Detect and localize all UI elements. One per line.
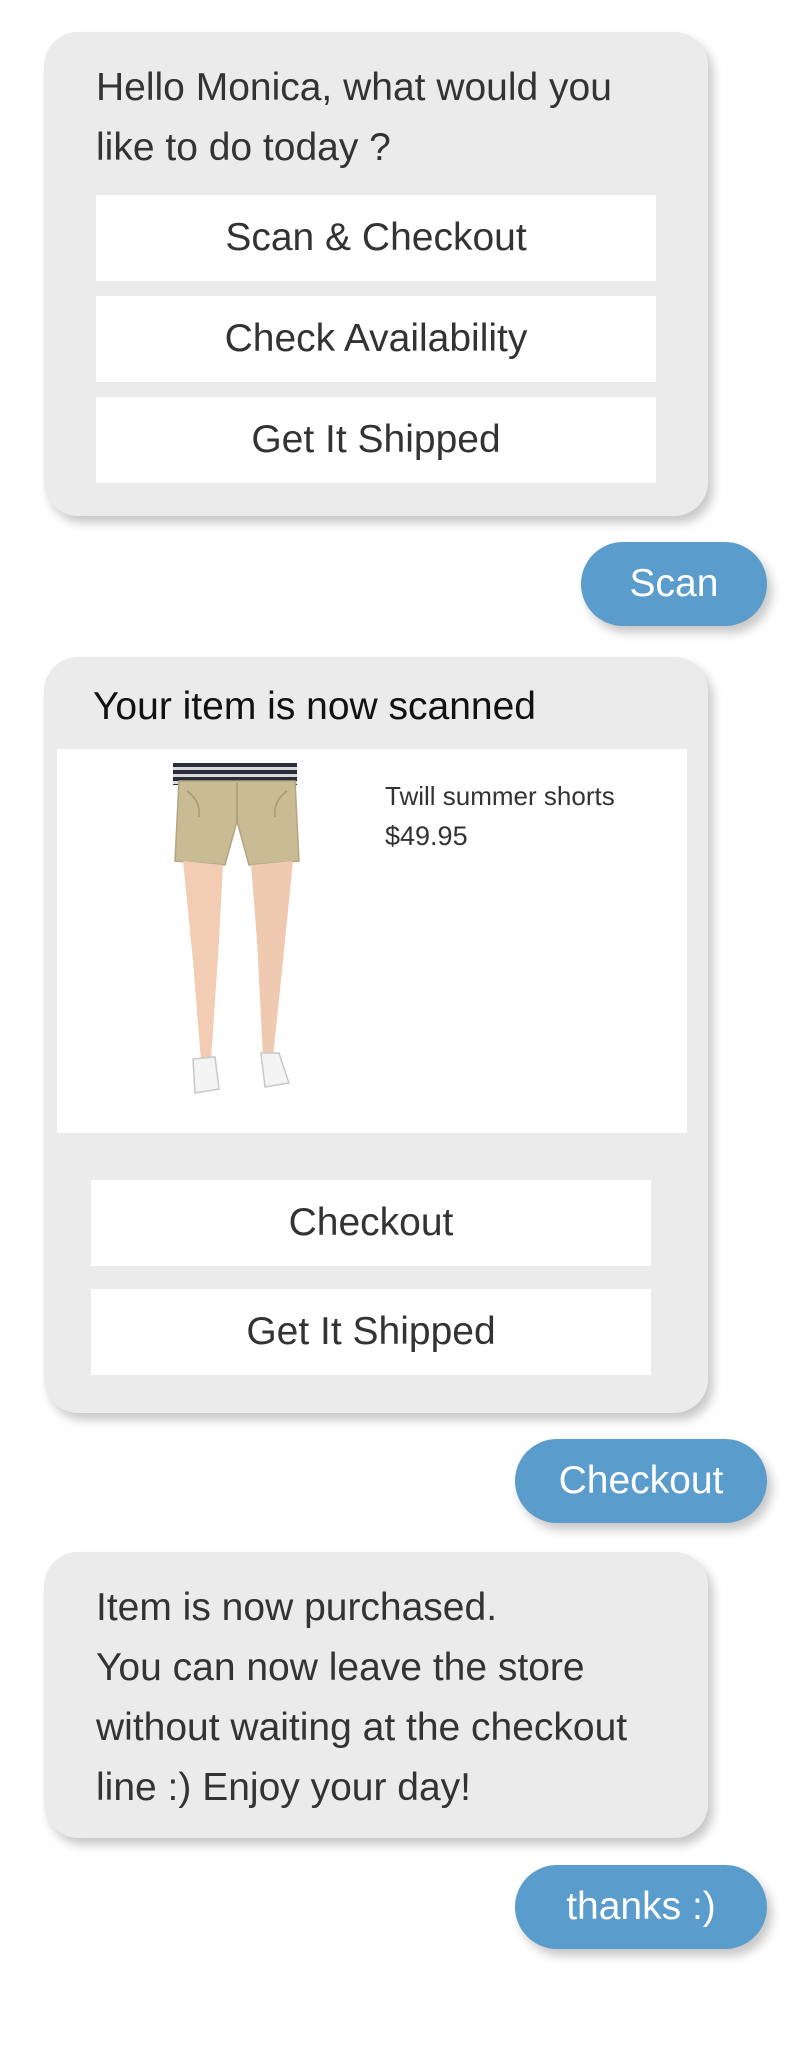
get-it-shipped-button-2[interactable]: Get It Shipped [91,1289,651,1375]
product-card: Twill summer shorts $49.95 [57,749,687,1133]
purchased-line: line :) Enjoy your day! [96,1766,472,1809]
greeting-text: Hello Monica, what would you like to do … [96,66,612,169]
scanned-title: Your item is now scanned [93,685,536,728]
product-name: Twill summer shorts [385,781,615,811]
product-image [173,763,300,1094]
checkout-button[interactable]: Checkout [91,1180,651,1266]
scan-checkout-button[interactable]: Scan & Checkout [96,195,656,281]
user-message-checkout: Checkout [515,1439,767,1523]
user-message-thanks: thanks :) [515,1865,767,1949]
bot-message-greeting: Hello Monica, what would you like to do … [44,32,708,516]
bot-message-scanned: Your item is now scanned Twill summer sh… [44,657,708,1413]
purchased-text: Item is now purchased. You can now leave… [96,1578,696,1818]
purchased-line: without waiting at the checkout [96,1706,628,1749]
purchased-line: You can now leave the store [96,1646,585,1689]
purchased-line: Item is now purchased. [96,1586,498,1629]
check-availability-button[interactable]: Check Availability [96,296,656,382]
get-it-shipped-button[interactable]: Get It Shipped [96,397,656,483]
user-message-scan: Scan [581,542,767,626]
product-price: $49.95 [385,821,468,851]
bot-message-purchased: Item is now purchased. You can now leave… [44,1552,708,1838]
